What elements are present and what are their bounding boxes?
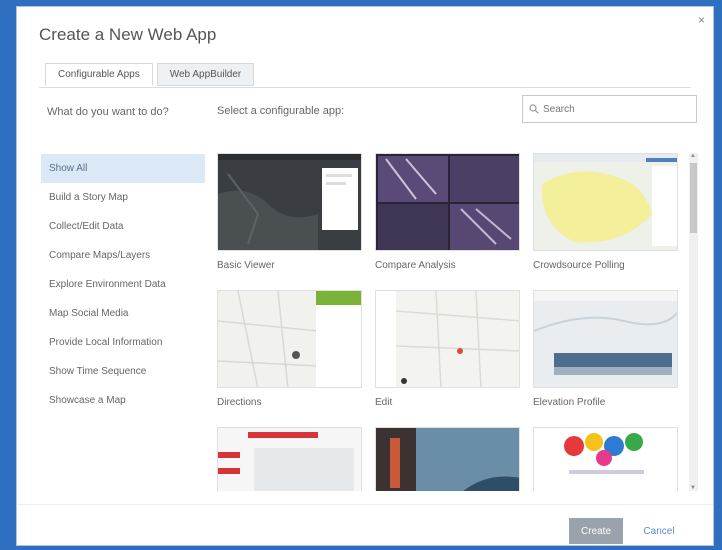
purple-imagery-thumbnail [375,153,520,251]
category-item-collect-edit[interactable]: Collect/Edit Data [41,212,205,241]
category-item-compare[interactable]: Compare Maps/Layers [41,241,205,270]
search-box[interactable] [522,95,697,123]
category-item-explore[interactable]: Explore Environment Data [41,270,205,299]
scroll-up-icon[interactable]: ▲ [690,153,696,159]
photo-thumbnail [375,427,520,491]
close-icon[interactable]: × [698,13,705,27]
search-input[interactable] [543,103,683,115]
select-app-prompt: Select a configurable app: [217,105,345,117]
sidebar-question: What do you want to do? [47,106,169,118]
app-card-label: Crowdsource Polling [533,260,625,271]
app-card-label: Basic Viewer [217,260,275,271]
app-card-crowdsource-polling[interactable]: Crowdsource Polling [533,153,680,274]
tab-configurable-apps[interactable]: Configurable Apps [45,63,153,86]
gallery-scrollbar[interactable]: ▲ ▼ [689,153,698,491]
scrollbar-thumb[interactable] [690,163,697,233]
app-card-edit[interactable]: Edit [375,290,522,411]
category-item-time[interactable]: Show Time Sequence [41,357,205,386]
app-card-basic-viewer[interactable]: Basic Viewer [217,153,364,274]
app-card-label: Compare Analysis [375,260,456,271]
app-card-9[interactable] [533,427,680,491]
dialog-title: Create a New Web App [39,25,217,44]
tab-divider [39,87,691,88]
tab-bar: Configurable Apps Web AppBuilder [45,63,255,86]
app-card-8[interactable] [375,427,522,491]
yellow-map-thumbnail [533,153,678,251]
app-card-7[interactable] [217,427,364,491]
app-card-label: Directions [217,397,262,408]
app-card-label: Elevation Profile [533,397,606,408]
scroll-down-icon[interactable]: ▼ [690,485,696,491]
colorful-shapes-thumbnail [533,427,678,491]
category-item-story-map[interactable]: Build a Story Map [41,183,205,212]
create-button[interactable]: Create [569,518,623,544]
search-icon [529,104,539,114]
street-map-thumbnail [375,290,520,388]
create-web-app-dialog: × Create a New Web App Configurable Apps… [16,6,714,546]
category-item-social[interactable]: Map Social Media [41,299,205,328]
street-map-thumbnail [217,290,362,388]
app-card-elevation-profile[interactable]: Elevation Profile [533,290,680,411]
dark-map-thumbnail [217,153,362,251]
category-item-showcase[interactable]: Showcase a Map [41,386,205,415]
red-header-thumbnail [217,427,362,491]
app-card-label: Edit [375,397,393,408]
category-list: Show All Build a Story Map Collect/Edit … [41,154,205,415]
category-item-local-info[interactable]: Provide Local Information [41,328,205,357]
category-item-show-all[interactable]: Show All [41,154,205,183]
app-card-compare-analysis[interactable]: Compare Analysis [375,153,522,274]
tab-web-appbuilder[interactable]: Web AppBuilder [156,63,255,86]
app-card-directions[interactable]: Directions [217,290,364,411]
cancel-button[interactable]: Cancel [629,518,689,544]
app-gallery: Basic Viewer Compare Analysis Crowdsourc… [217,153,691,491]
footer-divider [17,504,713,505]
profile-map-thumbnail [533,290,678,388]
